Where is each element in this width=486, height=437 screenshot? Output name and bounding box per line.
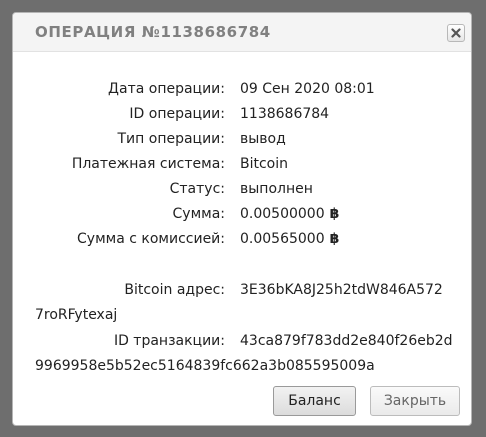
fee-amount-label: Сумма с комиссией:: [77, 231, 225, 247]
operation-id-value: 1138686784: [240, 106, 330, 122]
row-id: ID операции: 1138686784: [13, 104, 471, 124]
row-amount: Сумма: 0.00500000 ฿: [13, 204, 471, 224]
balance-button[interactable]: Баланс: [273, 386, 356, 416]
transaction-id-label: ID транзакции:: [113, 333, 225, 349]
payment-system-value: Bitcoin: [240, 156, 289, 172]
date-value: 09 Сен 2020 08:01: [240, 81, 375, 97]
close-button[interactable]: Закрыть: [370, 386, 460, 416]
bitcoin-address-label: Bitcoin адрес:: [124, 282, 225, 298]
operation-dialog: ОПЕРАЦИЯ №1138686784 Дата операции: 09 С…: [12, 12, 472, 426]
close-icon[interactable]: [447, 24, 465, 42]
row-fee-amount: Сумма с комиссией: 0.00565000 ฿: [13, 229, 471, 249]
status-value: выполнен: [240, 181, 313, 197]
amount-value: 0.00500000: [240, 206, 325, 222]
status-label: Статус:: [169, 181, 225, 197]
row-type: Тип операции: вывод: [13, 129, 471, 149]
transaction-id-value-line2: 9969958e5b52ec5164839fc662a3b085595009a: [35, 358, 375, 374]
bitcoin-address-value-line2: 7roRFytexaj: [35, 307, 118, 323]
amount-value-group: 0.00500000 ฿: [240, 204, 339, 224]
amount-label: Сумма:: [172, 206, 225, 222]
bitcoin-address-value-line1: 3E36bKA8J25h2tdW846A572: [240, 282, 443, 298]
operation-type-label: Тип операции:: [117, 131, 226, 147]
dialog-titlebar: ОПЕРАЦИЯ №1138686784: [13, 13, 471, 52]
bitcoin-icon: ฿: [329, 231, 340, 247]
date-label: Дата операции:: [108, 81, 225, 97]
row-date: Дата операции: 09 Сен 2020 08:01: [13, 79, 471, 99]
fee-amount-value-group: 0.00565000 ฿: [240, 229, 339, 249]
row-status: Статус: выполнен: [13, 179, 471, 199]
dialog-title: ОПЕРАЦИЯ №1138686784: [35, 23, 271, 41]
row-address: Bitcoin адрес: 3E36bKA8J25h2tdW846A572: [13, 280, 471, 300]
transaction-id-value-line1: 43ca879f783dd2e840f26eb2d: [240, 333, 453, 349]
row-transaction: ID транзакции: 43ca879f783dd2e840f26eb2d: [13, 331, 471, 351]
bitcoin-icon: ฿: [329, 206, 340, 222]
operation-type-value: вывод: [240, 131, 286, 147]
operation-id-label: ID операции:: [129, 106, 225, 122]
row-system: Платежная система: Bitcoin: [13, 154, 471, 174]
fee-amount-value: 0.00565000: [240, 231, 325, 247]
payment-system-label: Платежная система:: [71, 156, 225, 172]
